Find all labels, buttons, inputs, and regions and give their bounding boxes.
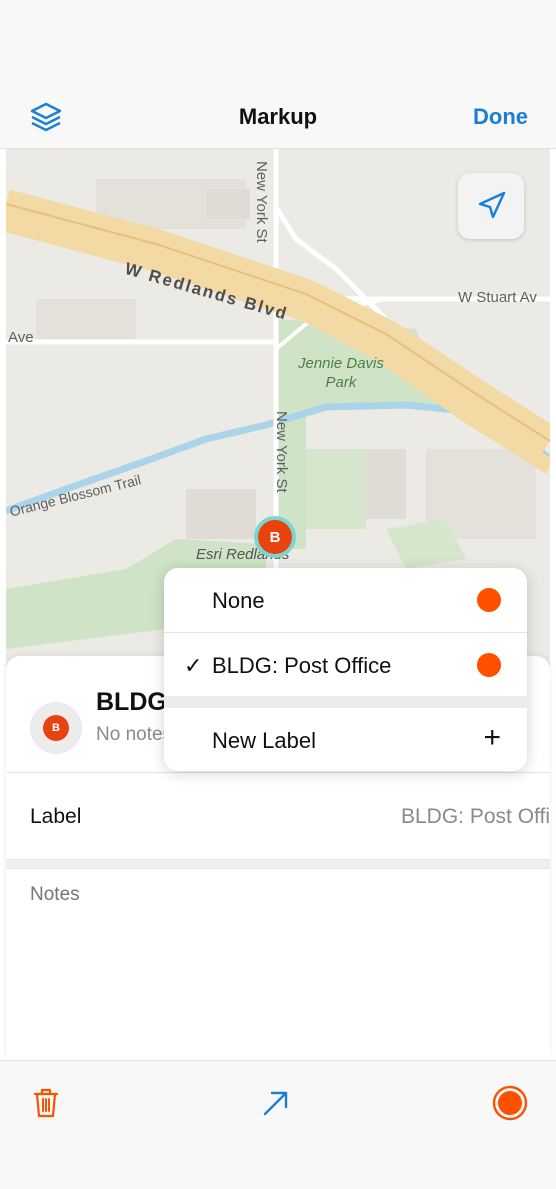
color-swatch [477, 653, 501, 677]
place-label-park: Jennie Davis Park [298, 355, 384, 391]
delete-button[interactable] [26, 1083, 66, 1123]
sheet-title: BLDG [96, 688, 167, 716]
map-marker-pin[interactable]: B [254, 516, 296, 558]
label-option-text: BLDG: Post Office [212, 653, 392, 678]
street-label-ave: Ave [8, 329, 34, 346]
section-separator [164, 696, 527, 708]
avatar: B [30, 702, 82, 754]
label-row[interactable]: Label BLDG: Post Offi [6, 773, 550, 859]
street-label-new-york-st-mid: New York St [273, 411, 290, 493]
locate-button[interactable] [458, 173, 524, 239]
trash-icon [33, 1088, 59, 1118]
notes-field[interactable] [30, 884, 530, 1034]
bottom-toolbar [0, 1060, 556, 1189]
arrow-up-right-icon [263, 1091, 288, 1116]
section-separator [6, 859, 550, 869]
label-option-bldg-post-office[interactable]: ✓ BLDG: Post Office [164, 633, 527, 697]
avatar-marker: B [43, 715, 69, 741]
label-picker-menu: None ✓ BLDG: Post Office New Label + [164, 568, 527, 771]
color-swatch [477, 588, 501, 612]
navigation-bar: Markup Done [0, 88, 556, 149]
label-option-none[interactable]: None [164, 568, 527, 632]
status-bar [0, 0, 556, 88]
checkmark-icon: ✓ [184, 653, 203, 678]
new-label-button[interactable]: New Label + [164, 708, 527, 771]
done-button[interactable]: Done [473, 104, 528, 130]
record-color-icon [492, 1085, 528, 1121]
street-label-new-york-st-top: New York St [253, 161, 270, 243]
label-row-key: Label [30, 805, 82, 828]
street-label-w-stuart: W Stuart Av [458, 289, 537, 306]
color-button[interactable] [490, 1083, 530, 1123]
new-label-text: New Label [212, 728, 316, 753]
share-button[interactable] [256, 1083, 296, 1123]
label-row-value: BLDG: Post Offi [401, 805, 550, 828]
plus-icon: + [483, 721, 501, 754]
navigation-arrow-icon [478, 191, 506, 219]
sheet-subtitle: No notes [96, 724, 173, 745]
label-option-text: None [212, 588, 265, 613]
